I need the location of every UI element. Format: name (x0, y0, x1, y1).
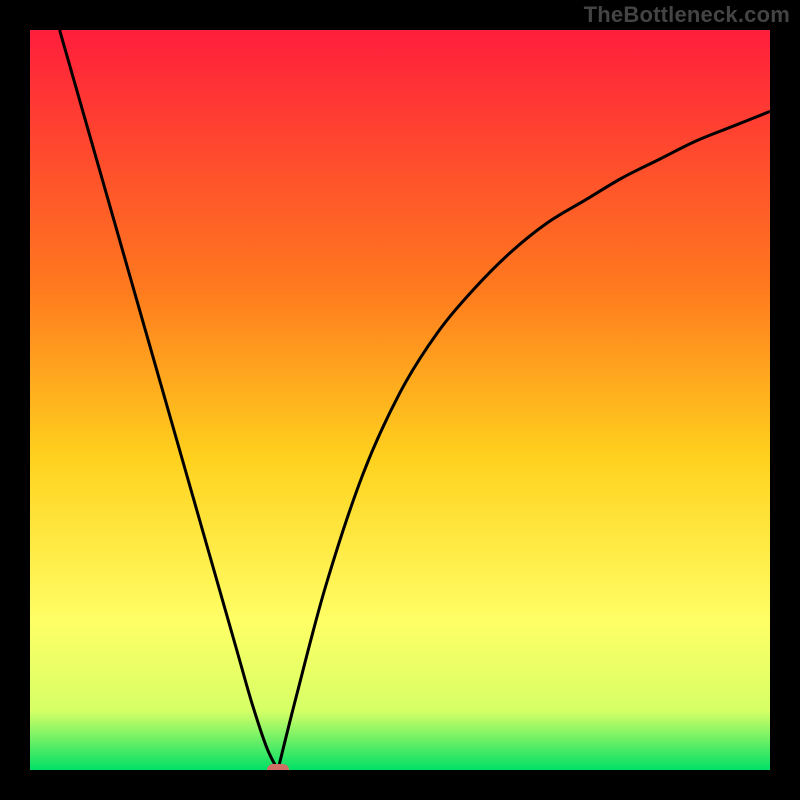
plot-area (30, 30, 770, 770)
chart-frame: TheBottleneck.com (0, 0, 800, 800)
optimum-marker (267, 764, 289, 770)
watermark-text: TheBottleneck.com (584, 2, 790, 28)
gradient-background (30, 30, 770, 770)
plot-svg (30, 30, 770, 770)
